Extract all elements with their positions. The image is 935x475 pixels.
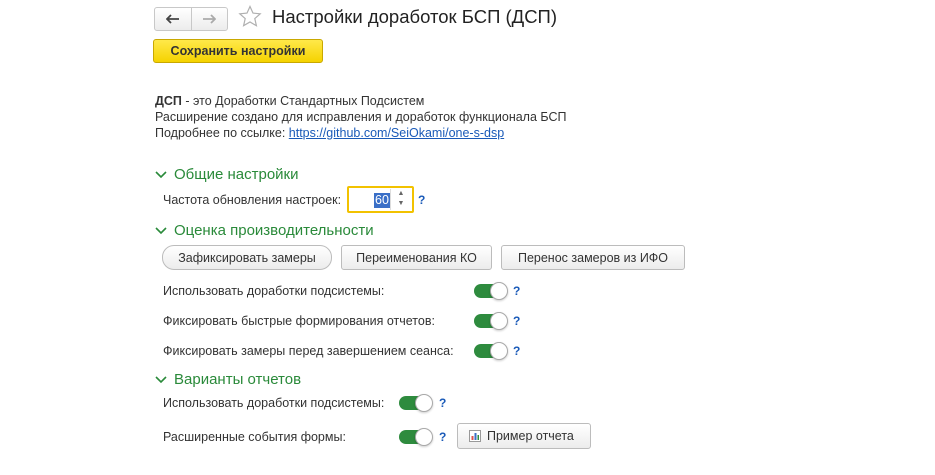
back-button[interactable] [155, 8, 191, 30]
sample-report-button[interactable]: Пример отчета [457, 423, 591, 449]
section-title: Варианты отчетов [174, 371, 302, 388]
reports-use-subsystem-toggle[interactable] [399, 394, 433, 412]
perf-session-end-toggle[interactable] [474, 342, 508, 360]
refresh-rate-label: Частота обновления настроек: [163, 193, 342, 207]
refresh-rate-spinner[interactable]: ▲ ▼ [390, 189, 411, 210]
save-settings-button[interactable]: Сохранить настройки [153, 39, 323, 63]
reports-use-subsystem-label: Использовать доработки подсистемы: [163, 396, 385, 410]
transfer-measurements-button[interactable]: Перенос замеров из ИФО [501, 245, 685, 270]
reports-use-subsystem-help-icon[interactable]: ? [439, 396, 446, 410]
section-title: Оценка производительности [174, 222, 374, 239]
rename-ko-button[interactable]: Переименования КО [341, 245, 492, 270]
fix-measurements-button[interactable]: Зафиксировать замеры [162, 245, 332, 270]
navigation-group [154, 7, 228, 31]
section-title: Общие настройки [174, 166, 299, 183]
report-icon [469, 430, 481, 442]
perf-fast-reports-toggle[interactable] [474, 312, 508, 330]
section-general-settings[interactable]: Общие настройки [155, 166, 299, 183]
section-performance[interactable]: Оценка производительности [155, 222, 374, 239]
info-line-3: Подробнее по ссылке: https://github.com/… [155, 126, 504, 140]
perf-use-subsystem-toggle[interactable] [474, 282, 508, 300]
chevron-down-icon [155, 226, 167, 234]
extended-form-events-toggle[interactable] [399, 428, 433, 446]
refresh-rate-value[interactable]: 60 [374, 193, 390, 208]
github-link[interactable]: https://github.com/SeiOkami/one-s-dsp [289, 126, 504, 140]
perf-fast-reports-help-icon[interactable]: ? [513, 314, 520, 328]
perf-session-end-label: Фиксировать замеры перед завершением сеа… [163, 344, 454, 358]
favorite-button[interactable] [238, 5, 262, 30]
arrow-right-icon [203, 14, 217, 24]
star-icon [238, 5, 262, 27]
refresh-rate-field[interactable]: 60 ▲ ▼ [347, 186, 414, 213]
chevron-down-icon [155, 170, 167, 178]
section-report-variants[interactable]: Варианты отчетов [155, 371, 301, 388]
extended-form-events-label: Расширенные события формы: [163, 430, 346, 444]
forward-button[interactable] [190, 8, 228, 30]
perf-session-end-help-icon[interactable]: ? [513, 344, 520, 358]
extended-form-events-help-icon[interactable]: ? [439, 430, 446, 444]
refresh-rate-help-icon[interactable]: ? [418, 193, 425, 207]
page-title: Настройки доработок БСП (ДСП) [272, 6, 558, 27]
info-line-1: ДСП - это Доработки Стандартных Подсисте… [155, 94, 424, 108]
spin-down-icon[interactable]: ▼ [391, 199, 411, 209]
perf-use-subsystem-label: Использовать доработки подсистемы: [163, 284, 385, 298]
info-abbr: ДСП [155, 94, 182, 108]
info-abbr-description: - это Доработки Стандартных Подсистем [181, 94, 425, 108]
info-link-prefix: Подробнее по ссылке: [155, 126, 289, 140]
arrow-left-icon [165, 14, 179, 24]
info-line-2: Расширение создано для исправления и дор… [155, 110, 567, 124]
chevron-down-icon [155, 375, 167, 383]
perf-use-subsystem-help-icon[interactable]: ? [513, 284, 520, 298]
spin-up-icon[interactable]: ▲ [391, 189, 411, 199]
perf-fast-reports-label: Фиксировать быстрые формирования отчетов… [163, 314, 435, 328]
sample-report-label: Пример отчета [487, 429, 574, 443]
